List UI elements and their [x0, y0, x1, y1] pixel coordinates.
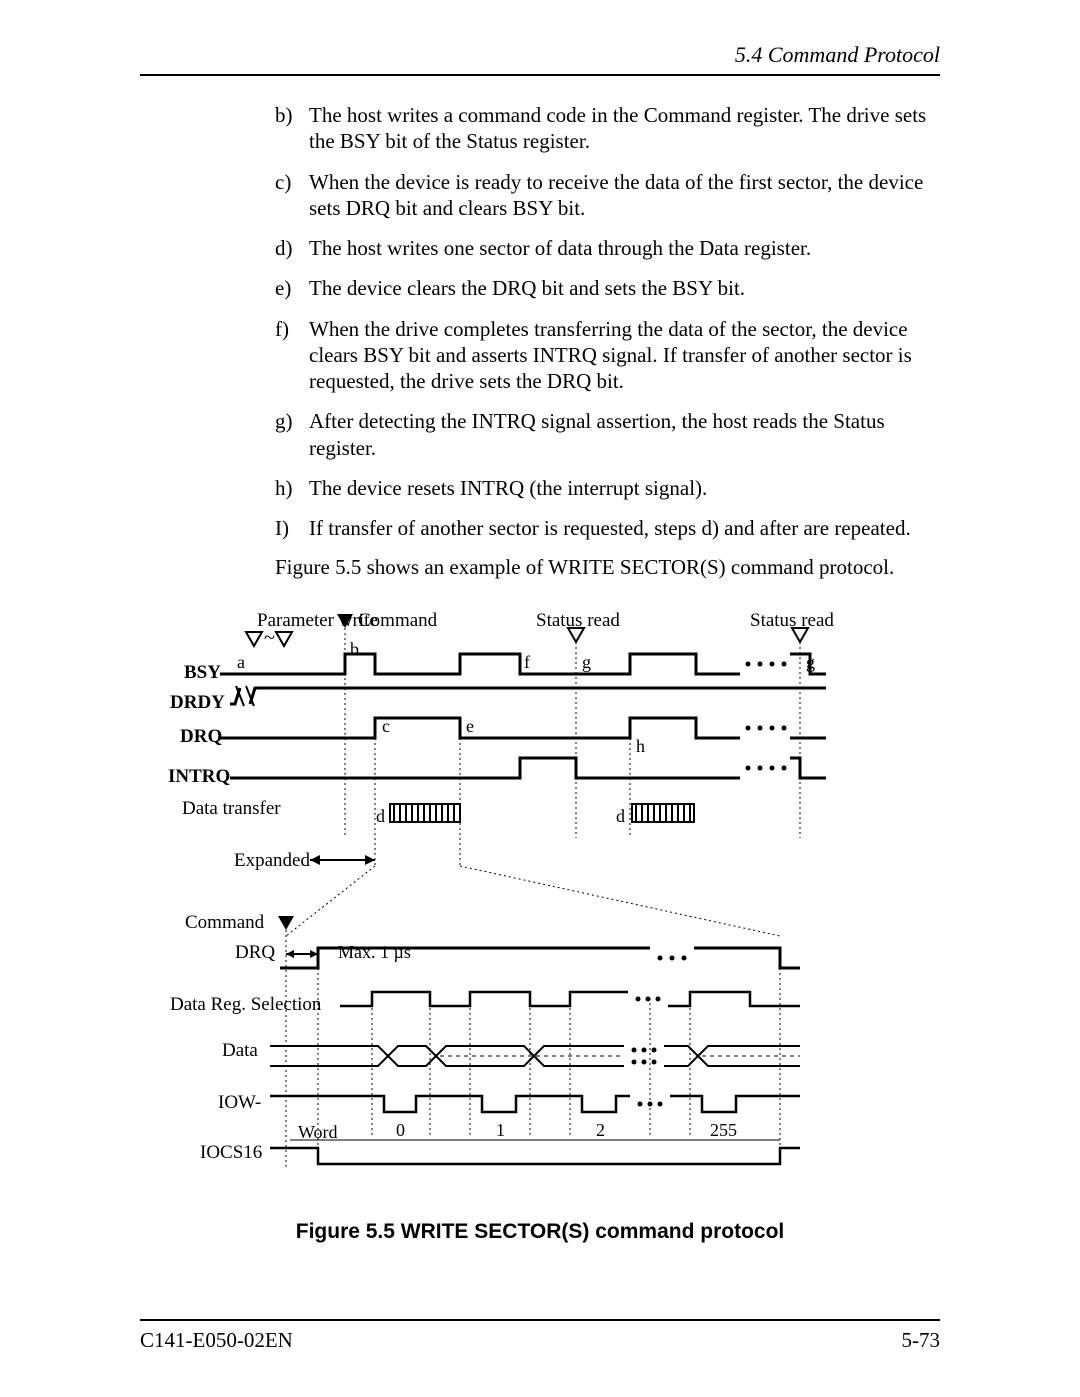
- svg-text:~: ~: [264, 627, 275, 649]
- list-item: b) The host writes a command code in the…: [275, 102, 940, 155]
- svg-text:a: a: [237, 652, 245, 672]
- list-item: I) If transfer of another sector is requ…: [275, 515, 940, 541]
- list-text: The device clears the DRQ bit and sets t…: [309, 275, 940, 301]
- svg-text:Command: Command: [185, 912, 265, 933]
- svg-text:DRDY: DRDY: [170, 692, 225, 713]
- svg-text:f: f: [524, 652, 530, 672]
- svg-text:1: 1: [496, 1120, 505, 1140]
- svg-text:Status read: Status read: [536, 610, 620, 631]
- list-marker: I): [275, 515, 309, 541]
- bottom-rule: [140, 1319, 940, 1321]
- svg-text:e: e: [466, 716, 474, 736]
- svg-text:g: g: [582, 652, 591, 672]
- list-item: e) The device clears the DRQ bit and set…: [275, 275, 940, 301]
- svg-text:DRQ: DRQ: [235, 942, 275, 963]
- list-marker: h): [275, 475, 309, 501]
- svg-text:h: h: [636, 736, 645, 756]
- svg-text:Command: Command: [358, 610, 438, 631]
- list-marker: g): [275, 408, 309, 461]
- svg-text:d: d: [376, 806, 385, 826]
- list-marker: f): [275, 316, 309, 395]
- svg-text:Data: Data: [222, 1040, 258, 1061]
- list-text: If transfer of another sector is request…: [309, 515, 940, 541]
- svg-text:INTRQ: INTRQ: [168, 766, 230, 787]
- list-item: d) The host writes one sector of data th…: [275, 235, 940, 261]
- svg-text:IOCS16: IOCS16: [200, 1142, 262, 1163]
- list-item: h) The device resets INTRQ (the interrup…: [275, 475, 940, 501]
- svg-text:2: 2: [596, 1120, 605, 1140]
- list-text: When the device is ready to receive the …: [309, 169, 940, 222]
- figure-caption: Figure 5.5 WRITE SECTOR(S) command proto…: [140, 1220, 940, 1244]
- page: 5.4 Command Protocol b) The host writes …: [0, 0, 1080, 1397]
- list-text: After detecting the INTRQ signal asserti…: [309, 408, 940, 461]
- list-item: g) After detecting the INTRQ signal asse…: [275, 408, 940, 461]
- list-item: f) When the drive completes transferring…: [275, 316, 940, 395]
- svg-text:Data Reg. Selection: Data Reg. Selection: [170, 994, 322, 1015]
- svg-text:d: d: [616, 806, 625, 826]
- list-text: When the drive completes transferring th…: [309, 316, 940, 395]
- svg-text:255: 255: [710, 1120, 737, 1140]
- ordered-list: b) The host writes a command code in the…: [275, 102, 940, 541]
- page-footer: C141-E050-02EN 5-73: [140, 1328, 940, 1353]
- svg-text:g: g: [806, 652, 815, 672]
- timing-diagram: Parameter write Command Status read Stat…: [140, 608, 940, 1186]
- list-item: c) When the device is ready to receive t…: [275, 169, 940, 222]
- svg-text:DRQ: DRQ: [180, 726, 222, 747]
- svg-text:IOW-: IOW-: [218, 1092, 261, 1113]
- footer-left: C141-E050-02EN: [140, 1328, 293, 1353]
- list-text: The device resets INTRQ (the interrupt s…: [309, 475, 940, 501]
- list-marker: d): [275, 235, 309, 261]
- svg-text:Data transfer: Data transfer: [182, 798, 281, 819]
- list-marker: c): [275, 169, 309, 222]
- list-text: The host writes one sector of data throu…: [309, 235, 940, 261]
- svg-text:0: 0: [396, 1120, 405, 1140]
- svg-text:Word: Word: [298, 1122, 338, 1142]
- list-marker: b): [275, 102, 309, 155]
- svg-text:Max. 1 µs: Max. 1 µs: [338, 942, 411, 962]
- svg-text:Expanded: Expanded: [234, 850, 310, 871]
- svg-text:b: b: [350, 639, 359, 659]
- svg-text:c: c: [382, 716, 390, 736]
- footer-right: 5-73: [902, 1328, 941, 1353]
- svg-text:Status read: Status read: [750, 610, 834, 631]
- list-marker: e): [275, 275, 309, 301]
- svg-text:BSY: BSY: [184, 662, 221, 683]
- section-header: 5.4 Command Protocol: [140, 42, 940, 68]
- list-text: The host writes a command code in the Co…: [309, 102, 940, 155]
- caption-paragraph: Figure 5.5 shows an example of WRITE SEC…: [275, 555, 940, 580]
